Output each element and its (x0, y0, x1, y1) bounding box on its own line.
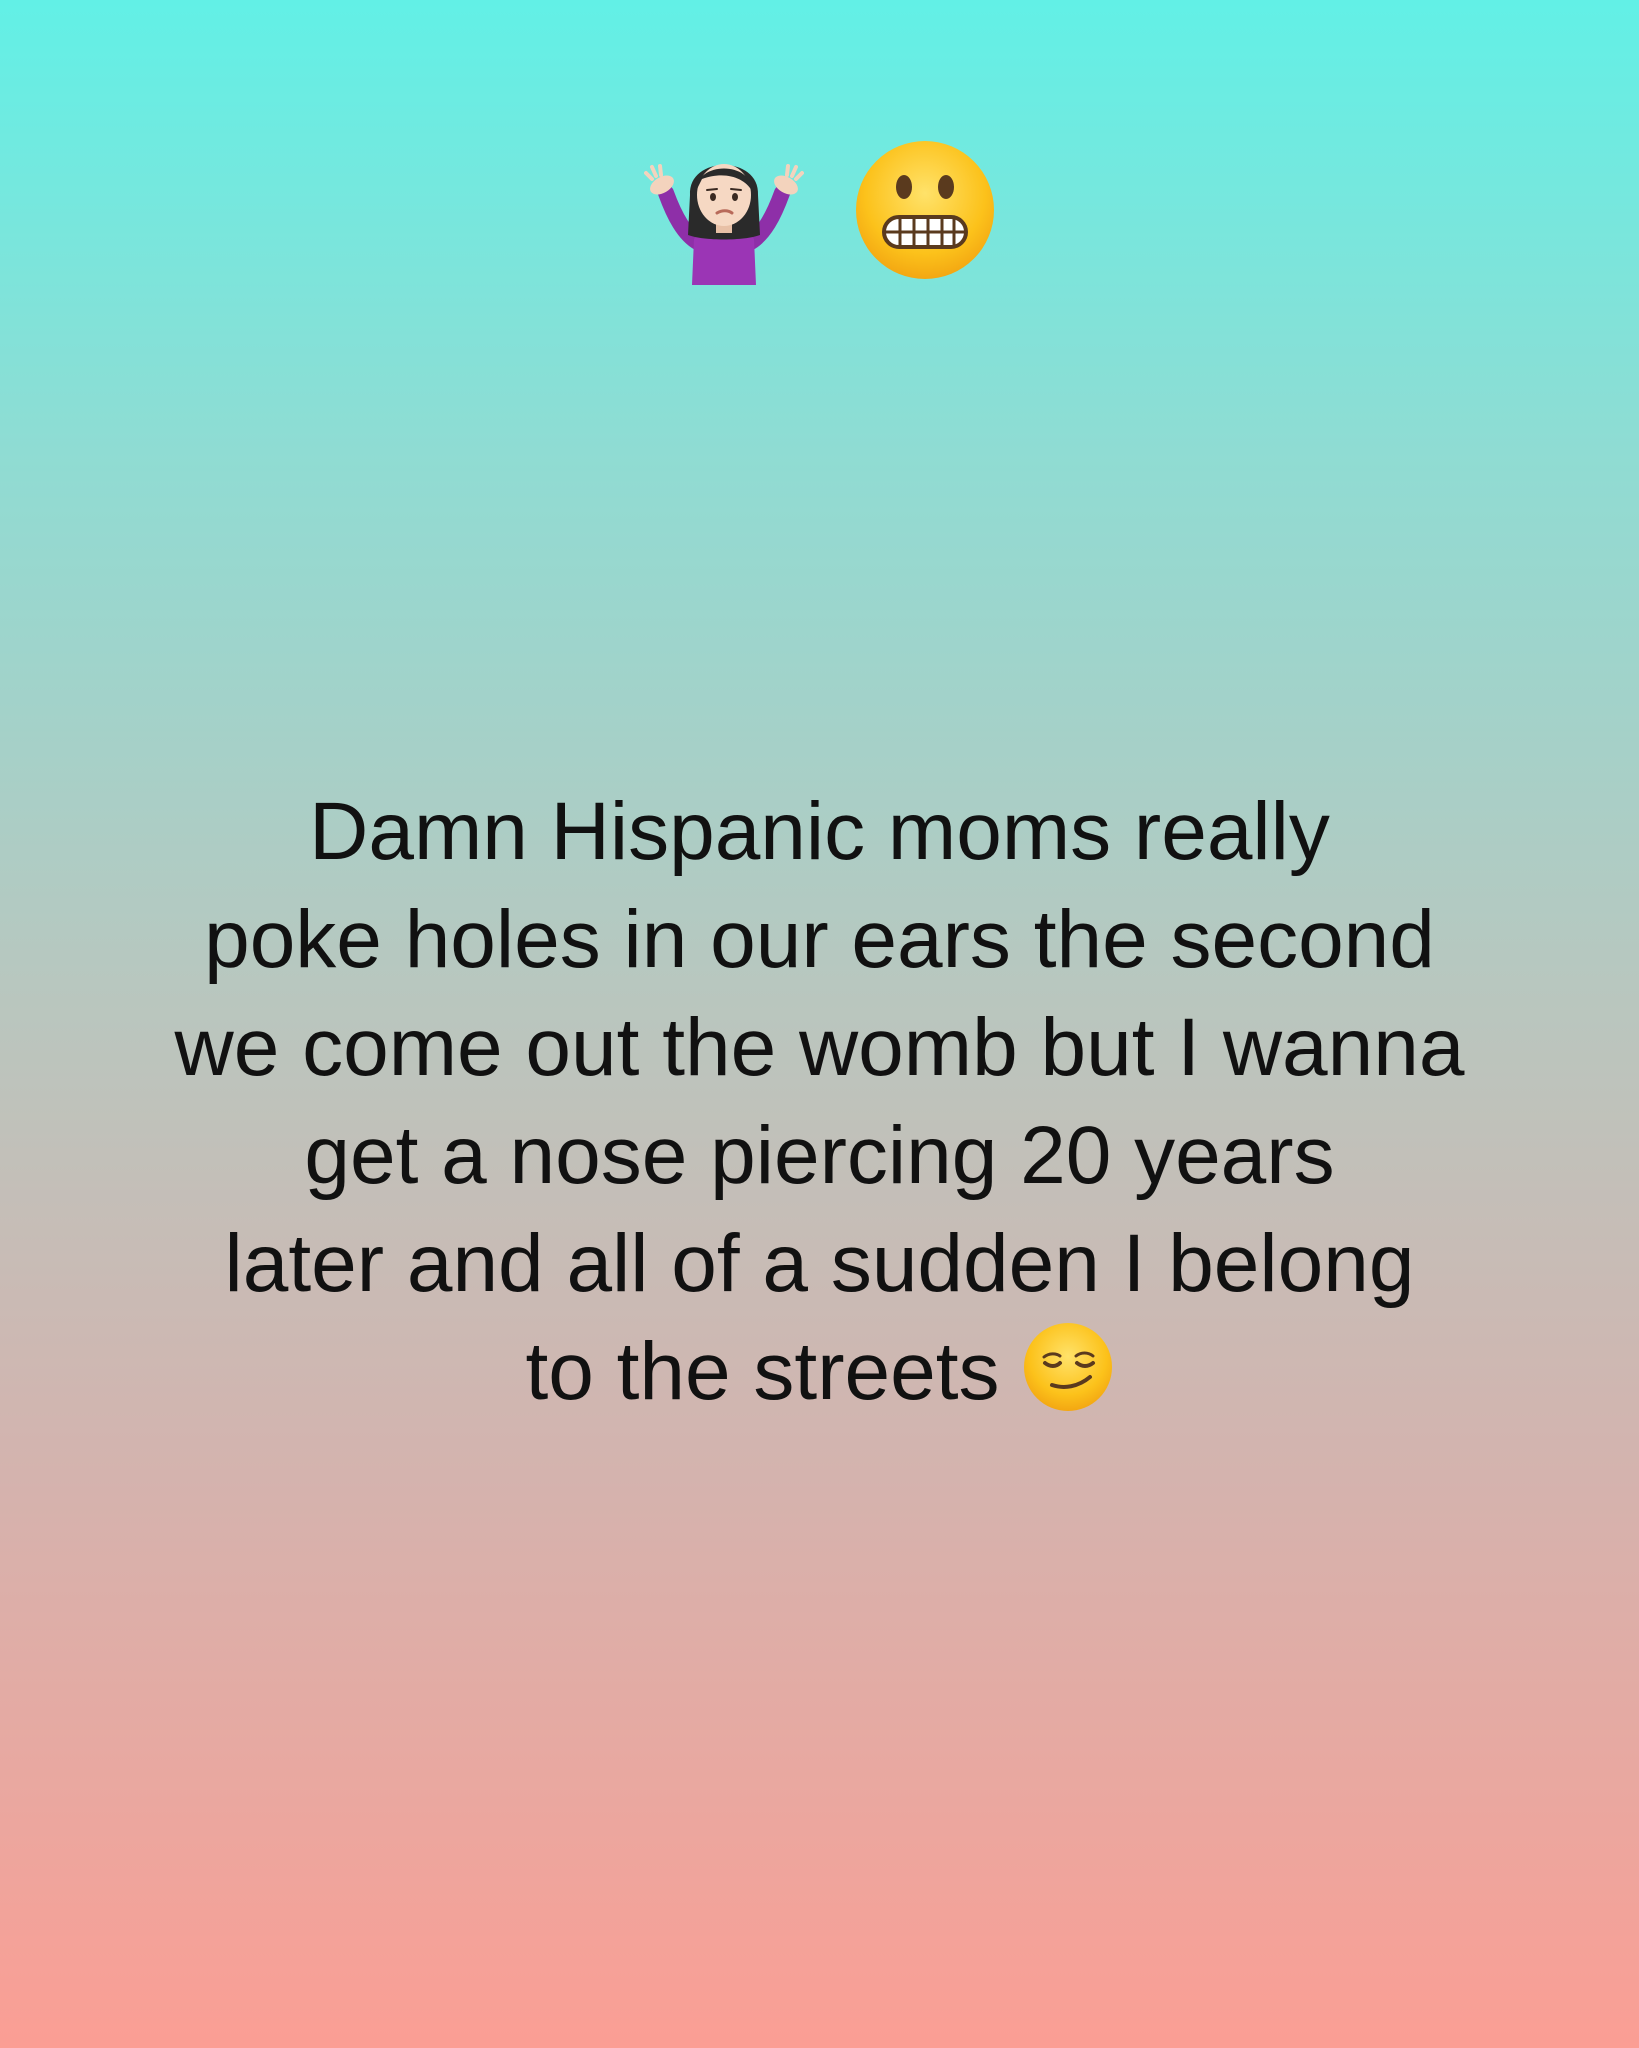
message-line: get a nose piercing 20 years (304, 1110, 1335, 1201)
grimacing-face-icon (855, 141, 994, 279)
smirking-face-icon (1023, 1323, 1112, 1411)
message-line: later and all of a sudden I belong (224, 1218, 1415, 1309)
woman-shrugging-icon (643, 164, 804, 285)
message-last-line: to the streets (0, 1318, 1639, 1426)
message-line: we come out the womb but I wanna (174, 1002, 1465, 1093)
post-message: Damn Hispanic moms really poke holes in … (0, 778, 1639, 1426)
message-line-text: to the streets (525, 1326, 1000, 1417)
message-line: poke holes in our ears the second (204, 894, 1435, 985)
message-line: Damn Hispanic moms really (309, 786, 1330, 877)
top-emoji-row (0, 135, 1639, 285)
